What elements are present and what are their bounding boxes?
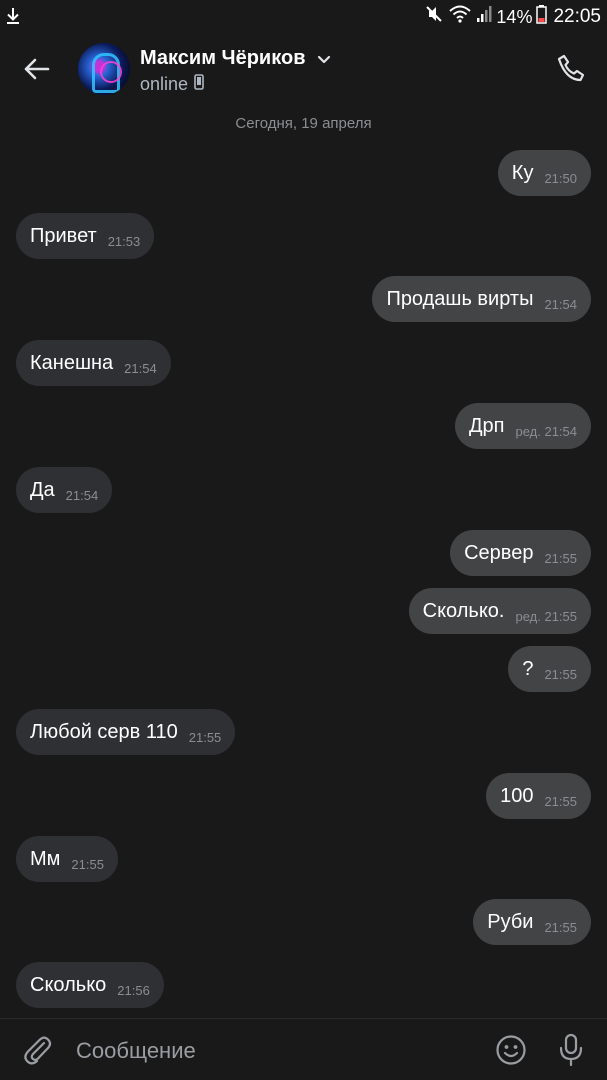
message-text: Дрп bbox=[468, 414, 505, 437]
download-icon bbox=[5, 6, 21, 26]
message-text: Сколько bbox=[30, 973, 107, 996]
message-bubble-outgoing[interactable]: ? 21:55 bbox=[508, 646, 591, 692]
message-time: 21:54 bbox=[65, 487, 99, 503]
message-bubble-incoming[interactable]: Сколько 21:56 bbox=[16, 962, 164, 1008]
back-arrow-icon bbox=[24, 58, 50, 80]
paperclip-icon bbox=[24, 1036, 52, 1065]
message-text: 100 bbox=[500, 784, 534, 807]
chevron-down-icon bbox=[317, 47, 331, 70]
online-status: online bbox=[140, 74, 189, 94]
message-text: Ку bbox=[511, 161, 534, 184]
attach-button[interactable] bbox=[20, 1033, 54, 1067]
message-composer bbox=[0, 1018, 607, 1080]
phone-call-icon bbox=[557, 54, 585, 82]
status-bar: 14% 22:05 bbox=[0, 0, 607, 34]
message-time: 21:55 bbox=[71, 856, 104, 872]
message-bubble-incoming[interactable]: Да 21:54 bbox=[16, 467, 113, 513]
message-time: 21:55 bbox=[544, 550, 577, 566]
contact-name-text: Максим Чёриков bbox=[140, 47, 306, 69]
back-button[interactable] bbox=[18, 52, 54, 86]
emoji-icon bbox=[496, 1035, 526, 1065]
microphone-icon bbox=[559, 1033, 583, 1067]
message-bubble-incoming[interactable]: Привет 21:53 bbox=[16, 213, 155, 259]
message-bubble-outgoing[interactable]: Ку 21:50 bbox=[497, 150, 591, 196]
message-time: 21:55 bbox=[544, 793, 577, 809]
emoji-button[interactable] bbox=[494, 1033, 528, 1067]
date-separator: Сегодня, 19 апреля bbox=[235, 115, 372, 132]
message-text: ? bbox=[522, 657, 534, 680]
message-time: 21:55 bbox=[544, 919, 577, 935]
message-bubble-outgoing[interactable]: Сервер 21:55 bbox=[450, 530, 591, 576]
message-text: Привет bbox=[30, 224, 97, 247]
status-time: 22:05 bbox=[553, 6, 601, 27]
battery-percent: 14% bbox=[496, 6, 533, 27]
message-time: ред. 21:54 bbox=[515, 423, 577, 439]
message-text: Мм bbox=[30, 847, 61, 870]
wifi-icon bbox=[448, 4, 472, 30]
message-time: 21:53 bbox=[107, 233, 141, 249]
chat-screen: 14% 22:05 Максим Чёриков online Сегодня,… bbox=[0, 0, 607, 1080]
mute-icon bbox=[424, 4, 444, 30]
battery-icon bbox=[536, 4, 548, 30]
message-text: Продашь вирты bbox=[386, 287, 534, 310]
message-bubble-outgoing[interactable]: Дрп ред. 21:54 bbox=[454, 403, 591, 449]
phone-device-icon bbox=[194, 74, 204, 95]
message-time: 21:56 bbox=[117, 982, 150, 998]
message-time: 21:55 bbox=[188, 729, 222, 745]
message-time: 21:50 bbox=[544, 170, 577, 186]
message-time: ред. 21:55 bbox=[515, 608, 577, 624]
message-text: Любой серв 110 bbox=[30, 720, 178, 743]
message-bubble-outgoing[interactable]: Продашь вирты 21:54 bbox=[372, 276, 591, 322]
message-time: 21:54 bbox=[124, 360, 157, 376]
message-text: Сервер bbox=[464, 541, 534, 564]
message-bubble-outgoing[interactable]: 100 21:55 bbox=[486, 773, 591, 819]
message-bubble-incoming[interactable]: Любой серв 110 21:55 bbox=[16, 709, 236, 755]
message-text: Да bbox=[30, 478, 55, 501]
contact-name[interactable]: Максим Чёриков bbox=[140, 47, 331, 70]
chat-header: Максим Чёриков online bbox=[0, 34, 607, 104]
message-text: Канешна bbox=[30, 351, 114, 374]
message-time: 21:54 bbox=[544, 296, 577, 312]
contact-status: online bbox=[140, 74, 204, 95]
message-bubble-outgoing[interactable]: Сколько. ред. 21:55 bbox=[408, 588, 591, 634]
message-input[interactable] bbox=[74, 1033, 478, 1069]
signal-icon bbox=[476, 4, 492, 30]
message-bubble-incoming[interactable]: Канешна 21:54 bbox=[16, 340, 171, 386]
avatar[interactable] bbox=[78, 43, 130, 95]
message-bubble-outgoing[interactable]: Руби 21:55 bbox=[473, 899, 591, 945]
message-time: 21:55 bbox=[544, 666, 577, 682]
call-button[interactable] bbox=[553, 50, 589, 86]
message-bubble-incoming[interactable]: Мм 21:55 bbox=[16, 836, 118, 882]
message-text: Сколько. bbox=[422, 599, 505, 622]
voice-message-button[interactable] bbox=[554, 1033, 588, 1067]
message-text: Руби bbox=[487, 910, 534, 933]
